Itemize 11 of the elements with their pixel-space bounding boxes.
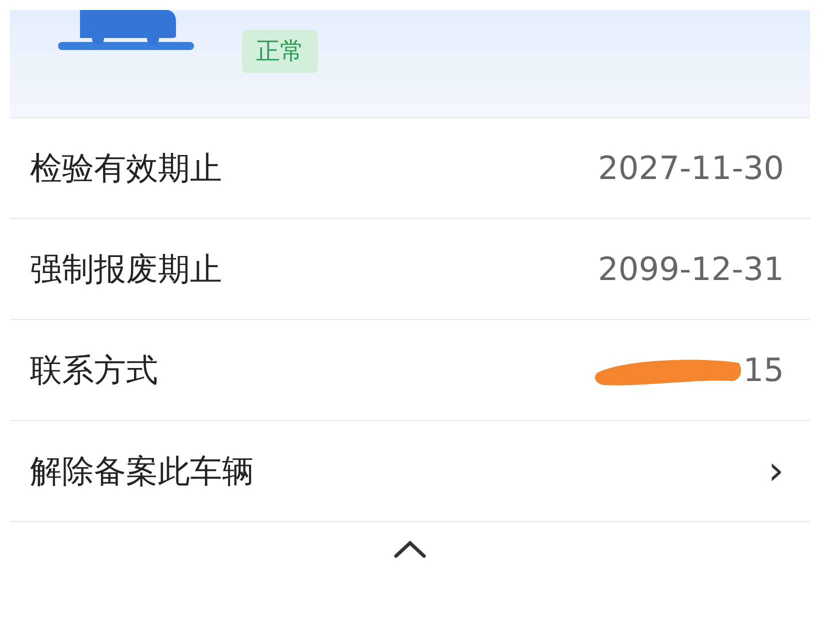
row-label: 强制报废期止 (30, 249, 222, 290)
row-value: 2099-12-31 (598, 249, 784, 290)
row-value: 15 (743, 350, 784, 391)
truck-icon (58, 10, 194, 52)
unregister-row[interactable]: 解除备案此车辆 › (10, 421, 810, 522)
row-label: 联系方式 (30, 350, 158, 391)
chevron-icon: › (768, 451, 784, 491)
row-label: 解除备案此车辆 (30, 451, 254, 492)
row-value: 2027-11-30 (598, 148, 784, 189)
row-label: 检验有效期止 (30, 148, 222, 189)
status-badge: 正常 (242, 30, 318, 74)
